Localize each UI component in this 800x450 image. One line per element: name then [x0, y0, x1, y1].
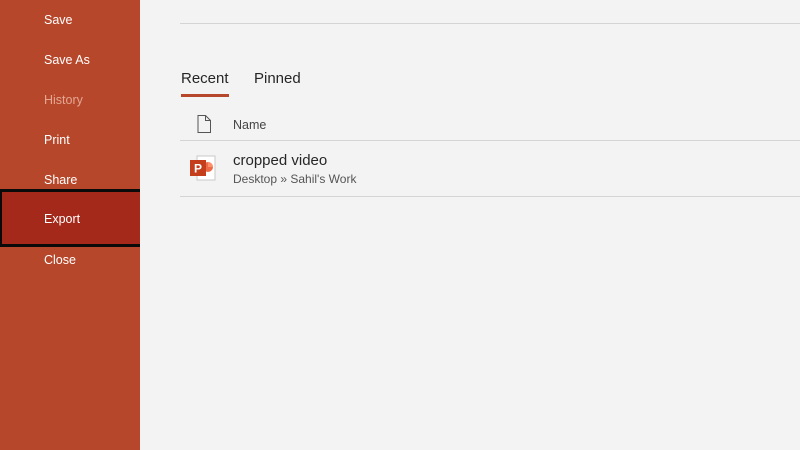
backstage-view: Save Save As History Print Share Export …: [0, 0, 800, 450]
tab-pinned[interactable]: Pinned: [254, 70, 301, 96]
divider: [180, 23, 800, 24]
sidebar-item-export[interactable]: Export: [0, 189, 145, 247]
recent-file-row[interactable]: P cropped video Desktop » Sahil's Work: [180, 141, 800, 197]
sidebar-item-history: History: [44, 93, 83, 107]
sidebar-item-save-as[interactable]: Save As: [0, 40, 140, 80]
document-icon: [197, 115, 211, 133]
sidebar-item-save[interactable]: Save: [0, 0, 140, 40]
svg-text:P: P: [194, 162, 202, 176]
file-path: Desktop » Sahil's Work: [233, 172, 357, 186]
open-recent-panel: Recent Pinned Name P cropped video Deskt…: [140, 0, 800, 450]
file-name: cropped video: [233, 152, 328, 169]
file-list-header: Name: [180, 110, 800, 141]
tab-active-indicator: [181, 94, 229, 97]
tab-recent[interactable]: Recent: [181, 70, 229, 97]
tab-recent-label: Recent: [181, 70, 229, 87]
powerpoint-file-icon: P: [190, 155, 216, 181]
backstage-sidebar: Save Save As History Print Share Export …: [0, 0, 145, 450]
column-header-name[interactable]: Name: [233, 118, 266, 132]
sidebar-item-print[interactable]: Print: [0, 120, 140, 160]
tab-pinned-label: Pinned: [254, 70, 301, 87]
sidebar-item-close[interactable]: Close: [0, 240, 140, 280]
